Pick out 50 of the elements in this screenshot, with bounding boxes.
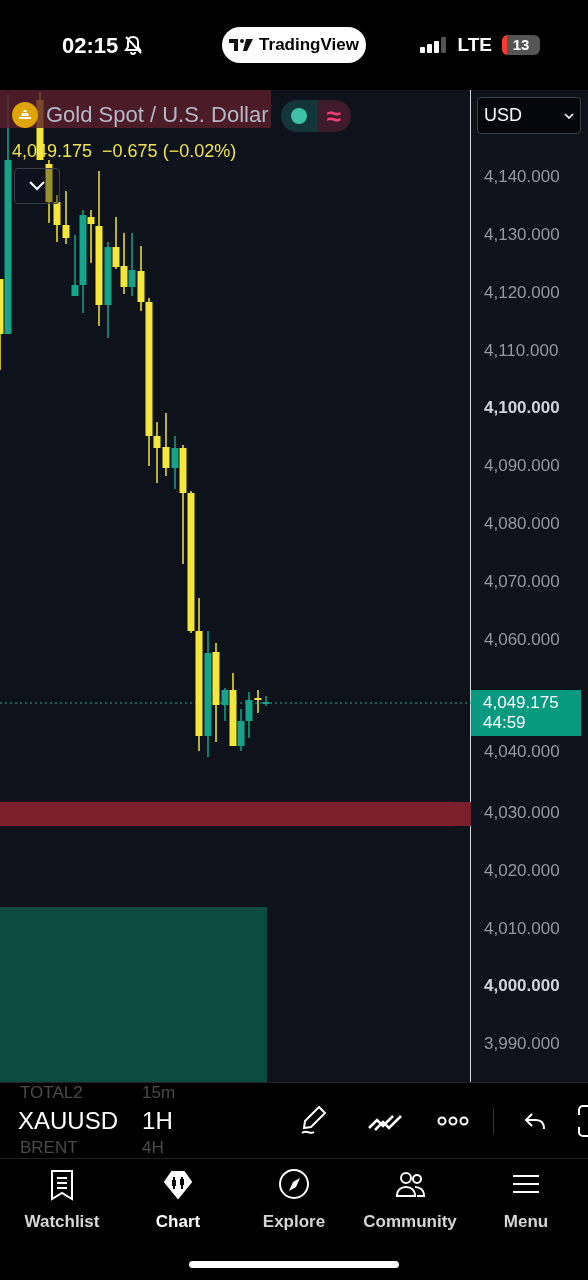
nav-tab[interactable]: Chart — [126, 1169, 230, 1235]
interval-button[interactable]: 1H — [142, 1102, 173, 1139]
fullscreen-icon[interactable] — [578, 1104, 588, 1137]
price-label: 4,040.000 — [484, 741, 560, 764]
collapse-button[interactable] — [14, 168, 60, 204]
battery-indicator: 13 — [502, 35, 540, 55]
currency-dropdown[interactable]: USD — [477, 97, 581, 134]
tv-logo-icon — [229, 39, 254, 51]
price-label: 4,070.000 — [484, 570, 560, 593]
price-label: 4,110.000 — [484, 339, 559, 362]
candle-gem-icon — [163, 1169, 193, 1201]
app-pill[interactable]: TradingView — [222, 27, 366, 63]
price-label: 4,120.000 — [484, 281, 560, 304]
undo-icon[interactable] — [524, 1111, 546, 1130]
ingot-badge-icon — [12, 102, 38, 128]
price-label: 4,020.000 — [484, 859, 560, 882]
clock-time: 02:15 — [62, 31, 119, 60]
price-label: 4,130.000 — [484, 223, 560, 246]
price-label: 4,140.000 — [484, 166, 560, 189]
more-icon[interactable] — [437, 1115, 469, 1126]
price-label: 4,060.000 — [484, 628, 560, 651]
list-symbol: BRENT — [20, 1139, 79, 1157]
nav-tab[interactable]: Community — [358, 1169, 462, 1235]
signal-icon — [419, 37, 448, 53]
nav-tab[interactable]: Menu — [474, 1169, 578, 1235]
bar-countdown: 44:59 — [483, 713, 527, 733]
pencil-icon[interactable] — [299, 1104, 329, 1137]
indicator-badge[interactable]: ≈ — [316, 100, 351, 132]
muted-bell-icon — [124, 35, 143, 55]
list-symbol: TOTAL2 — [20, 1084, 84, 1102]
price-label: 4,000.000 — [484, 975, 560, 998]
nav-tab[interactable]: Watchlist — [10, 1169, 114, 1235]
chevron-down-icon — [29, 181, 45, 191]
list-interval: 4H — [142, 1139, 164, 1157]
list-interval: 15m — [142, 1084, 176, 1102]
app-name: TradingView — [259, 34, 359, 57]
price-label: 4,080.000 — [484, 512, 560, 535]
status-dot-icon — [290, 108, 307, 124]
compass-icon — [279, 1169, 309, 1201]
last-price: 4,049.175 — [483, 693, 560, 713]
network-type: LTE — [457, 32, 492, 57]
price-label: 3,990.000 — [484, 1033, 560, 1056]
symbol-button[interactable]: XAUUSD — [18, 1102, 119, 1139]
price-label: 4,100.000 — [484, 397, 560, 420]
nav-tab[interactable]: Explore — [242, 1169, 346, 1235]
price-label: 4,090.000 — [484, 455, 560, 478]
caret-icon — [564, 112, 574, 119]
symbol-title: Gold Spot / U.S. Dollar — [46, 102, 269, 128]
price-label: 4,010.000 — [484, 917, 560, 940]
price-label: 4,030.000 — [484, 801, 560, 824]
